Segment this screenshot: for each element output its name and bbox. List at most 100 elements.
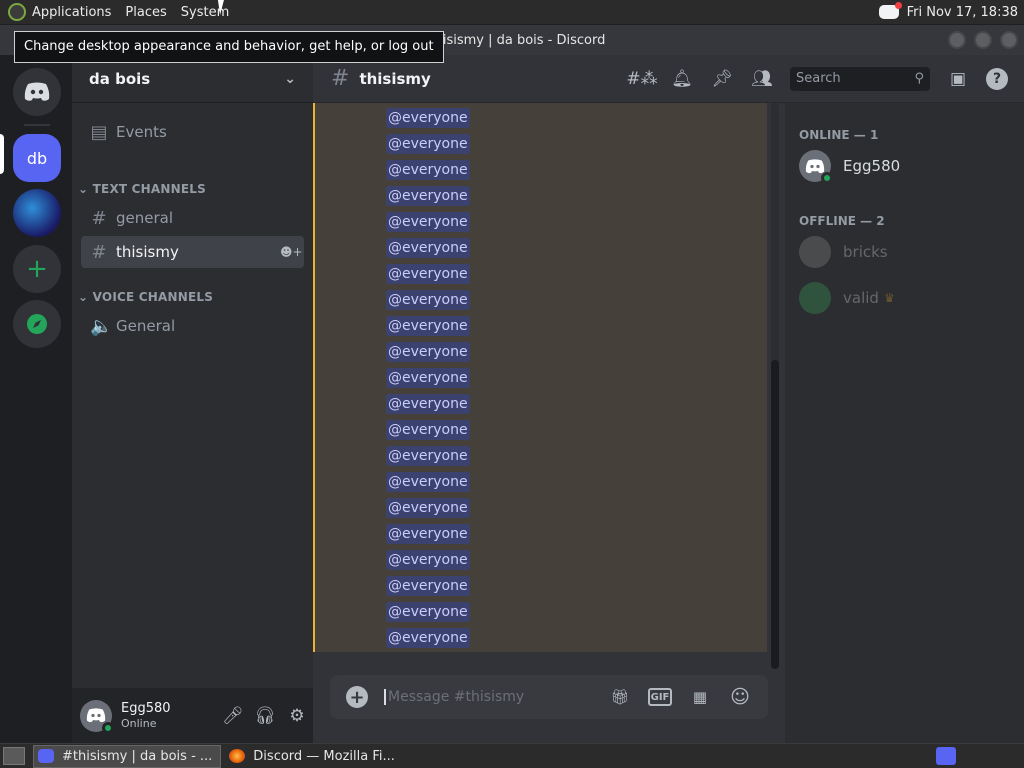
- message-list[interactable]: @everyone @everyone @everyone @everyone @eve…: [313, 103, 767, 652]
- everyone-mention[interactable]: @everyone: [386, 576, 470, 596]
- taskbar-label: #thisismy | da bois - ...: [62, 748, 213, 764]
- everyone-mention[interactable]: @everyone: [386, 368, 470, 388]
- clock[interactable]: Fri Nov 17, 18:38: [907, 5, 1018, 20]
- add-server-button[interactable]: +: [13, 245, 61, 293]
- discord-tray-icon[interactable]: [936, 747, 956, 765]
- avatar: [799, 282, 831, 314]
- message-composer[interactable]: + Message #thisismy 🎁︎ GIF ▦ ☺: [330, 675, 768, 719]
- top-panel: Applications Places System Fri Nov 17, 1…: [0, 0, 1024, 24]
- events-item[interactable]: ▤ Events: [81, 116, 304, 148]
- pin-icon[interactable]: 📌︎: [710, 67, 734, 91]
- avatar[interactable]: [80, 699, 114, 734]
- channel-item-thisismy[interactable]: # thisismy ☻+: [81, 236, 304, 268]
- everyone-mention[interactable]: @everyone: [386, 628, 470, 648]
- explore-servers-button[interactable]: [13, 300, 61, 348]
- everyone-mention[interactable]: @everyone: [386, 134, 470, 154]
- scrollbar-thumb[interactable]: [771, 360, 779, 669]
- member-list: ONLINE — 1 Egg580 OFFLINE — 2 bricks val…: [785, 103, 1024, 743]
- everyone-mention[interactable]: @everyone: [386, 472, 470, 492]
- channel-item-general[interactable]: # general: [81, 202, 304, 234]
- threads-icon[interactable]: #⁂: [626, 67, 657, 91]
- everyone-mention[interactable]: @everyone: [386, 290, 470, 310]
- gear-icon[interactable]: ⚙: [281, 700, 313, 732]
- everyone-mention[interactable]: @everyone: [386, 238, 470, 258]
- everyone-mention[interactable]: @everyone: [386, 316, 470, 336]
- close-button[interactable]: [1000, 31, 1018, 49]
- hash-icon: #: [91, 207, 107, 229]
- channel-label: thisismy: [116, 243, 179, 261]
- member-list-icon[interactable]: 👥︎: [750, 67, 774, 91]
- events-label: Events: [116, 123, 167, 141]
- crown-icon: ♛: [883, 291, 895, 305]
- message-input[interactable]: Message #thisismy: [384, 689, 608, 705]
- online-status-dot: [102, 721, 114, 734]
- channel-title: thisismy: [359, 69, 431, 88]
- member-bricks[interactable]: bricks: [799, 232, 1009, 272]
- maximize-button[interactable]: [974, 31, 992, 49]
- gift-icon[interactable]: 🎁︎: [608, 685, 632, 709]
- taskbar-item-firefox[interactable]: Discord — Mozilla Fi...: [225, 745, 403, 768]
- everyone-mention[interactable]: @everyone: [386, 602, 470, 622]
- category-voice-channels[interactable]: ⌄ VOICE CHANNELS: [78, 290, 213, 304]
- taskbar-label: Discord — Mozilla Fi...: [253, 748, 395, 764]
- voice-channel-general[interactable]: 🔈 General: [81, 310, 304, 342]
- firefox-icon: [229, 749, 246, 763]
- online-status-dot: [821, 172, 833, 184]
- online-header: ONLINE — 1: [799, 128, 879, 142]
- show-desktop-button[interactable]: [3, 747, 25, 765]
- everyone-mention[interactable]: @everyone: [386, 342, 470, 362]
- sticker-icon[interactable]: ▦: [688, 685, 712, 709]
- chevron-down-icon: ⌄: [78, 182, 89, 196]
- compass-icon: [27, 314, 47, 334]
- bell-icon[interactable]: 🔔︎: [670, 67, 694, 91]
- everyone-mention[interactable]: @everyone: [386, 264, 470, 284]
- everyone-mention[interactable]: @everyone: [386, 160, 470, 180]
- server-other-icon[interactable]: [13, 189, 61, 237]
- discord-tray-icon[interactable]: [878, 2, 902, 19]
- everyone-mention[interactable]: @everyone: [386, 186, 470, 206]
- search-input[interactable]: Search ⚲: [790, 66, 930, 91]
- calendar-icon: ▤: [90, 121, 108, 143]
- minimize-button[interactable]: [948, 31, 966, 49]
- invite-member-icon[interactable]: ☻+: [280, 245, 304, 259]
- everyone-mention[interactable]: @everyone: [386, 524, 470, 544]
- places-menu[interactable]: Places: [125, 5, 166, 20]
- channel-label: General: [116, 317, 176, 335]
- help-icon[interactable]: ?: [986, 67, 1008, 90]
- everyone-mention[interactable]: @everyone: [386, 394, 470, 414]
- everyone-mention[interactable]: @everyone: [386, 420, 470, 440]
- microphone-icon[interactable]: 🎤︎: [217, 700, 249, 732]
- everyone-mention[interactable]: @everyone: [386, 446, 470, 466]
- discord-logo-icon: [805, 158, 825, 173]
- member-name: bricks: [843, 243, 888, 261]
- window-controls: [948, 31, 1018, 49]
- everyone-mention[interactable]: @everyone: [386, 550, 470, 570]
- headphones-icon[interactable]: 🎧︎: [249, 700, 281, 732]
- member-name: valid: [843, 289, 879, 307]
- chevron-down-icon: ⌄: [78, 290, 89, 304]
- discord-icon: [38, 749, 54, 763]
- everyone-mention[interactable]: @everyone: [386, 498, 470, 518]
- server-da-bois[interactable]: db: [13, 134, 61, 182]
- window-title: #thisismy | da bois - Discord: [418, 32, 606, 48]
- taskbar-item-discord[interactable]: #thisismy | da bois - ...: [33, 744, 222, 768]
- category-text-channels[interactable]: ⌄ TEXT CHANNELS: [78, 182, 206, 196]
- member-egg580[interactable]: Egg580: [799, 146, 1009, 186]
- applications-menu[interactable]: Applications: [32, 5, 111, 20]
- channel-label: general: [116, 209, 174, 227]
- member-name: Egg580: [843, 157, 901, 175]
- everyone-mention[interactable]: @everyone: [386, 212, 470, 232]
- user-info[interactable]: Egg580 Online: [121, 701, 217, 731]
- user-panel: Egg580 Online 🎤︎ 🎧︎ ⚙: [72, 688, 313, 743]
- upload-plus-button[interactable]: +: [346, 686, 368, 708]
- everyone-mention[interactable]: @everyone: [386, 108, 470, 128]
- emoji-icon[interactable]: ☺: [728, 685, 752, 709]
- direct-messages-button[interactable]: [13, 68, 61, 116]
- hash-icon: #: [331, 66, 350, 91]
- gif-button[interactable]: GIF: [648, 688, 672, 706]
- member-valid[interactable]: valid ♛: [799, 278, 1009, 318]
- chevron-down-icon: ⌄: [284, 70, 296, 87]
- distro-logo-icon[interactable]: [8, 3, 26, 21]
- category-label: VOICE CHANNELS: [92, 290, 214, 304]
- inbox-icon[interactable]: ▣: [946, 67, 970, 91]
